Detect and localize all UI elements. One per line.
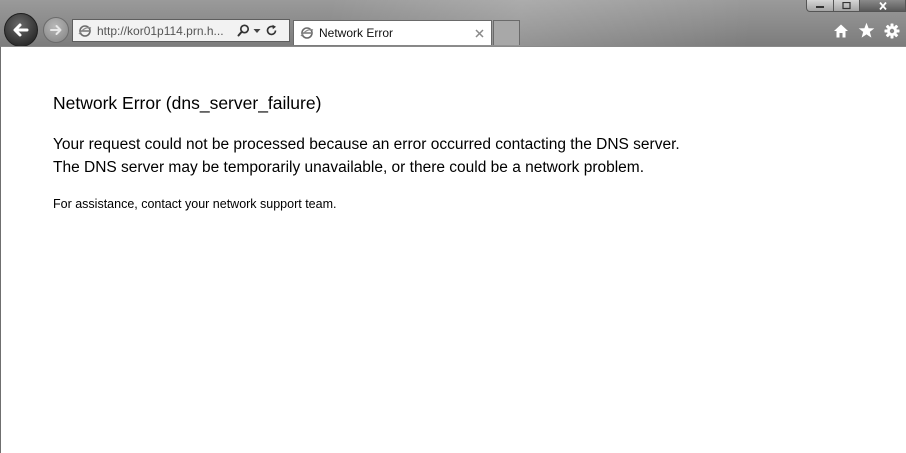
back-arrow-icon <box>13 23 29 37</box>
minimize-button[interactable] <box>806 0 834 12</box>
forward-arrow-icon <box>50 25 62 35</box>
ie-page-icon <box>78 24 92 37</box>
maximize-icon <box>842 1 851 9</box>
gear-icon <box>884 23 900 38</box>
address-url[interactable]: http://kor01p114.prn.h... <box>97 24 235 38</box>
star-icon <box>858 22 875 38</box>
error-content: Network Error (dns_server_failure) Your … <box>53 93 693 225</box>
error-message-2: The DNS server may be temporarily unavai… <box>53 159 644 176</box>
window-controls <box>806 0 906 12</box>
refresh-button[interactable] <box>262 24 280 37</box>
forward-button[interactable] <box>43 17 69 43</box>
maximize-button[interactable] <box>834 0 860 12</box>
refresh-icon <box>266 24 276 36</box>
search-icon <box>237 24 249 37</box>
page-content-area: Network Error (dns_server_failure) Your … <box>0 46 906 453</box>
close-icon <box>474 28 484 38</box>
home-button[interactable] <box>833 23 849 39</box>
tab-title: Network Error <box>319 26 394 40</box>
page-title: Network Error (dns_server_failure) <box>53 93 322 113</box>
back-button[interactable] <box>4 13 38 47</box>
tab-network-error[interactable]: Network Error <box>293 20 492 45</box>
tools-button[interactable] <box>884 23 900 39</box>
new-tab-button[interactable] <box>493 20 520 45</box>
command-icons <box>833 22 900 39</box>
close-tab-button[interactable] <box>473 27 485 39</box>
close-window-button[interactable] <box>860 0 906 12</box>
browser-chrome: http://kor01p114.prn.h... Network Error <box>0 0 906 47</box>
address-search-button[interactable] <box>235 24 251 37</box>
address-dropdown-button[interactable] <box>251 28 262 34</box>
ie-page-icon <box>300 27 314 39</box>
close-window-icon <box>878 1 887 10</box>
minimize-icon <box>816 5 824 8</box>
home-icon <box>834 24 848 37</box>
chevron-down-icon <box>253 28 260 33</box>
favorites-button[interactable] <box>858 22 875 39</box>
address-bar[interactable]: http://kor01p114.prn.h... <box>72 19 290 42</box>
error-message-1: Your request could not be processed beca… <box>53 136 680 153</box>
assistance-text: For assistance, contact your network sup… <box>53 197 337 211</box>
